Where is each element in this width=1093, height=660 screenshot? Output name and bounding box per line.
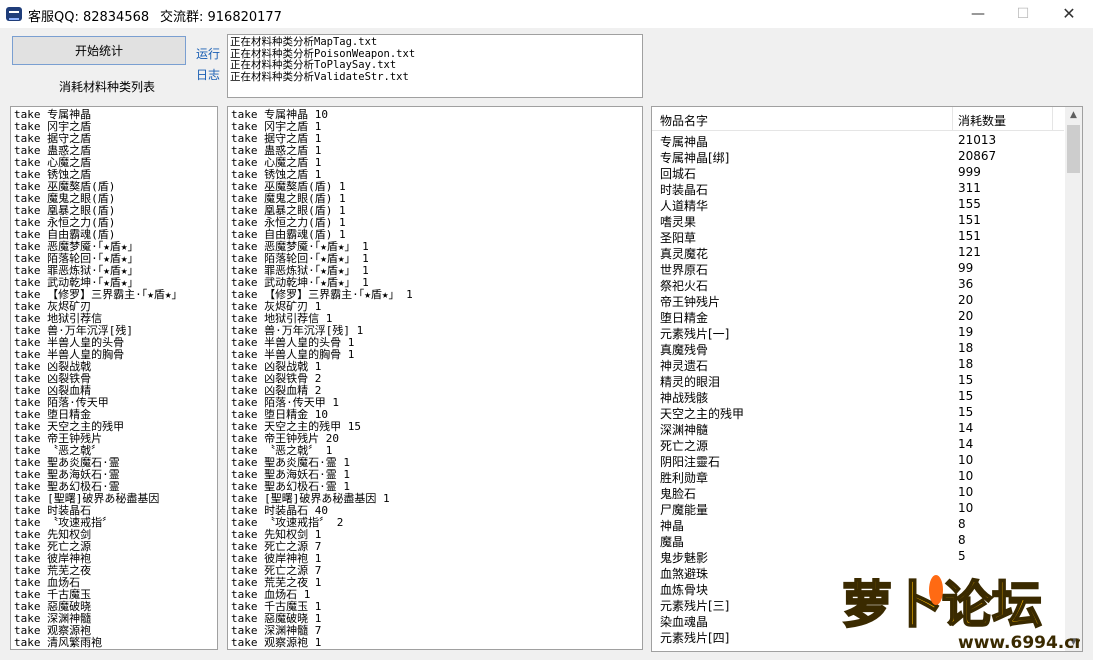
list-item: take 清风繁雨袍 (14, 636, 103, 649)
scroll-thumb[interactable] (1067, 125, 1080, 173)
table-row[interactable]: 堕日精金 20 (652, 308, 1064, 325)
consume-count-cell: 10 (958, 501, 974, 515)
item-name-cell: 元素残片[四] (660, 631, 730, 645)
table-row[interactable]: 时装晶石 311 (652, 180, 1064, 197)
consume-count-cell: 14 (958, 437, 974, 451)
table-row[interactable]: 死亡之源 14 (652, 436, 1064, 453)
consume-count-cell: 155 (958, 197, 981, 211)
consume-count-cell: 21013 (958, 133, 997, 147)
watermark-site-text: www.6994.cn (958, 633, 1080, 653)
consume-count-cell: 311 (958, 181, 981, 195)
table-row[interactable]: 鬼脸石 10 (652, 484, 1064, 501)
consume-count-cell: 10 (958, 453, 974, 467)
consume-count-cell: 121 (958, 245, 981, 259)
consume-count-cell: 8 (958, 533, 966, 547)
table-row[interactable]: 魔晶 8 (652, 532, 1064, 549)
consume-count-cell: 14 (958, 421, 974, 435)
table-row[interactable]: 人道精华 155 (652, 196, 1064, 213)
table-row[interactable]: 世界原石 99 (652, 260, 1064, 277)
consume-count-cell: 15 (958, 389, 974, 403)
table-row[interactable]: 精灵的眼泪 15 (652, 372, 1064, 389)
table-row[interactable]: 真魔残骨 18 (652, 340, 1064, 357)
start-statistics-button[interactable]: 开始统计 (12, 36, 186, 65)
log-line-item: 正在材料种类分析MapTag.txt (230, 36, 378, 48)
table-row[interactable]: 专属神晶[绑] 20867 (652, 148, 1064, 165)
table-row[interactable]: 真灵魔花 121 (652, 244, 1064, 261)
consume-count-cell: 151 (958, 229, 981, 243)
table-row[interactable]: 圣阳草 151 (652, 228, 1064, 245)
table-row[interactable]: 胜利勋章 10 (652, 468, 1064, 485)
table-row[interactable]: 神灵遗石 18 (652, 356, 1064, 373)
table-row[interactable]: 回城石 999 (652, 164, 1064, 181)
table-row[interactable]: 尸魔能量 10 (652, 500, 1064, 517)
log-line-item: 正在材料种类分析ToPlaySay.txt (230, 59, 397, 71)
consume-count-cell: 10 (958, 469, 974, 483)
support-qq-text: 客服QQ: 82834568 (28, 10, 150, 25)
table-row[interactable]: 祭祀火石 36 (652, 276, 1064, 293)
consume-count-cell: 20 (958, 293, 974, 307)
table-row[interactable]: 专属神晶 21013 (652, 132, 1064, 149)
scroll-up-icon[interactable]: ▲ (1065, 107, 1082, 124)
table-row[interactable]: 神战残骸 15 (652, 388, 1064, 405)
consume-count-cell: 15 (958, 405, 974, 419)
table-row[interactable]: 嗜灵果 151 (652, 212, 1064, 229)
close-icon[interactable]: ✕ (1046, 0, 1092, 28)
consume-count-cell: 15 (958, 373, 974, 387)
material-type-list[interactable]: take 专属神晶 take 冈宇之盾 take 据守之盾 take 蛊惑之盾 take… (10, 106, 218, 650)
table-row[interactable]: 元素残片[一] 19 (652, 324, 1064, 341)
log-output-box[interactable]: 正在材料种类分析MapTag.txt 正在材料种类分析PoisonWeapon.t… (227, 34, 643, 98)
table-row[interactable]: 阴阳注靈石 10 (652, 452, 1064, 469)
carrot-icon (929, 575, 943, 605)
app-logo-icon (6, 7, 22, 21)
consume-count-cell: 10 (958, 485, 974, 499)
column-header-item-name[interactable]: 物品名字 (660, 112, 708, 129)
consume-count-cell: 18 (958, 341, 974, 355)
minimize-icon[interactable]: — (955, 0, 1001, 28)
consume-count-cell: 36 (958, 277, 974, 291)
consume-count-cell: 20 (958, 309, 974, 323)
consume-count-cell: 151 (958, 213, 981, 227)
consume-count-cell: 8 (958, 517, 966, 531)
maximize-icon[interactable]: ☐ (1000, 0, 1046, 28)
consume-count-cell: 19 (958, 325, 974, 339)
consume-count-cell: 20867 (958, 149, 997, 163)
consume-count-cell: 18 (958, 357, 974, 371)
material-list-caption: 消耗材料种类列表 (58, 80, 155, 94)
log-line-item: 正在材料种类分析ValidateStr.txt (230, 70, 409, 83)
table-row[interactable]: 天空之主的残甲 15 (652, 404, 1064, 421)
material-count-list[interactable]: take 专属神晶 10 take 冈宇之盾 1 take 据守之盾 1 take 蛊… (227, 106, 643, 650)
forum-watermark-logo: 萝卜论坛 www.6994.cn (841, 575, 1080, 653)
group-number-text: 交流群: 916820177 (160, 10, 282, 25)
list-item: take 观察源袍 1 (231, 636, 322, 649)
consume-count-cell: 999 (958, 165, 981, 179)
table-row[interactable]: 帝王钟残片 20 (652, 292, 1064, 309)
consume-count-cell: 99 (958, 261, 974, 275)
column-header-consume-count[interactable]: 消耗数量 (958, 112, 1006, 129)
run-link[interactable]: 运行 (196, 45, 220, 62)
table-header: 物品名字 消耗数量 (652, 107, 1064, 131)
table-row[interactable]: 深渊神髓 14 (652, 420, 1064, 437)
title-bar: 客服QQ: 82834568 交流群: 916820177 — ☐ ✕ (0, 0, 1093, 28)
table-row[interactable]: 神晶 8 (652, 516, 1064, 533)
